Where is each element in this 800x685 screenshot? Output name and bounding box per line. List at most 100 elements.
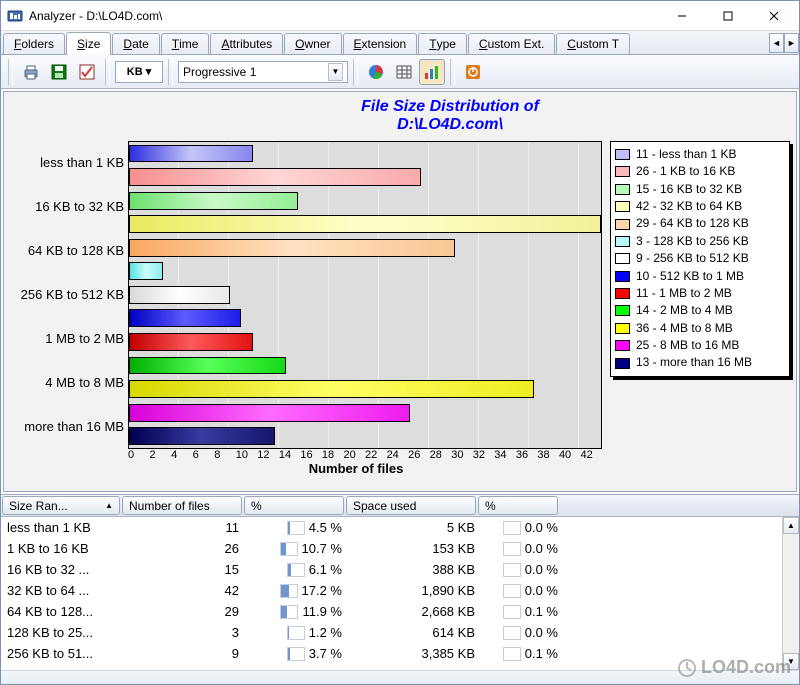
cell: 1,890 KB — [348, 580, 481, 601]
titlebar: Analyzer - D:\LO4D.com\ — [1, 1, 799, 31]
x-tick: 36 — [516, 449, 538, 461]
stop-button[interactable] — [460, 59, 486, 85]
table-row[interactable]: less than 1 KB114.5 %5 KB0.0 % — [1, 517, 799, 538]
cell: 29 — [122, 601, 245, 622]
pie-chart-button[interactable] — [363, 59, 389, 85]
x-tick: 24 — [387, 449, 409, 461]
cell: 0.0 % — [481, 622, 564, 643]
y-tick-label: 4 MB to 8 MB — [45, 375, 124, 390]
legend-swatch — [615, 253, 630, 264]
tab-attributes[interactable]: Attributes — [210, 33, 283, 54]
legend-swatch — [615, 271, 630, 282]
scroll-up-icon[interactable]: ▲ — [783, 517, 799, 534]
table-row[interactable]: 64 KB to 128...2911.9 %2,668 KB0.1 % — [1, 601, 799, 622]
cell: 26 — [122, 538, 245, 559]
tab-date[interactable]: Date — [112, 33, 159, 54]
x-tick: 30 — [451, 449, 473, 461]
tab-extension[interactable]: Extension — [343, 33, 418, 54]
close-button[interactable] — [751, 1, 797, 30]
unit-label: KB — [127, 66, 143, 78]
vertical-scrollbar[interactable]: ▲ ▼ — [782, 517, 799, 670]
minimize-button[interactable] — [659, 1, 705, 30]
cell: 0.0 % — [481, 517, 564, 538]
column-header[interactable]: Space used — [346, 496, 476, 515]
legend-swatch — [615, 184, 630, 195]
scroll-down-icon[interactable]: ▼ — [783, 653, 799, 670]
x-tick: 8 — [214, 449, 236, 461]
tab-custom-t[interactable]: Custom T — [556, 33, 630, 54]
tab-size[interactable]: Size — [66, 32, 111, 55]
legend-item: 29 - 64 KB to 128 KB — [615, 215, 785, 232]
cell: 11.9 % — [245, 601, 348, 622]
cell: 6.1 % — [245, 559, 348, 580]
cell: 0.0 % — [481, 580, 564, 601]
y-tick-label: 1 MB to 2 MB — [45, 331, 124, 346]
app-icon — [7, 8, 23, 24]
x-axis-label: Number of files — [10, 461, 602, 476]
x-tick: 18 — [322, 449, 344, 461]
tab-scroll: ◄ ► — [769, 31, 799, 55]
toolbar: KB ▾ Progressive 1 ▼ — [1, 55, 799, 89]
column-header[interactable]: Size Ran... ▲ — [2, 496, 120, 515]
dropdown-arrow-icon: ▼ — [328, 63, 343, 81]
legend-item: 3 - 128 KB to 256 KB — [615, 233, 785, 250]
legend-swatch — [615, 288, 630, 299]
cell: 153 KB — [348, 538, 481, 559]
column-header[interactable]: Number of files — [122, 496, 242, 515]
table-row[interactable]: 128 KB to 25...31.2 %614 KB0.0 % — [1, 622, 799, 643]
x-tick: 42 — [580, 449, 602, 461]
x-tick: 4 — [171, 449, 193, 461]
cell: 32 KB to 64 ... — [1, 580, 122, 601]
column-header[interactable]: % — [478, 496, 558, 515]
cell: 11 — [122, 517, 245, 538]
cell: 1 KB to 16 KB — [1, 538, 122, 559]
plot-wrap: less than 1 KB16 KB to 32 KB64 KB to 128… — [10, 141, 602, 485]
table-row[interactable]: 256 KB to 51...93.7 %3,385 KB0.1 % — [1, 643, 799, 664]
y-tick-label: 64 KB to 128 KB — [28, 243, 124, 258]
cell: 0.1 % — [481, 601, 564, 622]
legend-swatch — [615, 219, 630, 230]
cell: 3,385 KB — [348, 643, 481, 664]
options-button[interactable] — [74, 59, 100, 85]
tab-type[interactable]: Type — [418, 33, 467, 54]
chart-panel: File Size Distribution of D:\LO4D.com\ l… — [3, 91, 797, 492]
bar-chart-button[interactable] — [419, 59, 445, 85]
bar-2 — [129, 192, 298, 210]
tab-custom-ext-[interactable]: Custom Ext. — [468, 33, 555, 54]
legend-label: 11 - less than 1 KB — [636, 146, 737, 163]
table-row[interactable]: 1 KB to 16 KB2610.7 %153 KB0.0 % — [1, 538, 799, 559]
color-scheme-dropdown[interactable]: Progressive 1 ▼ — [178, 61, 348, 83]
column-header[interactable]: % — [244, 496, 344, 515]
tab-owner[interactable]: Owner — [284, 33, 341, 54]
save-button[interactable] — [46, 59, 72, 85]
table-view-button[interactable] — [391, 59, 417, 85]
cell: 9 — [122, 643, 245, 664]
cell: 3 — [122, 622, 245, 643]
chart-title-line2: D:\LO4D.com\ — [110, 116, 790, 134]
maximize-button[interactable] — [705, 1, 751, 30]
legend-label: 11 - 1 MB to 2 MB — [636, 285, 732, 302]
legend-item: 15 - 16 KB to 32 KB — [615, 181, 785, 198]
legend-label: 36 - 4 MB to 8 MB — [636, 320, 733, 337]
table-icon — [395, 63, 413, 81]
y-tick-label: 16 KB to 32 KB — [35, 199, 124, 214]
tab-folders[interactable]: Folders — [3, 33, 65, 54]
bar-6 — [129, 286, 230, 304]
x-tick: 0 — [128, 449, 150, 461]
tab-time[interactable]: Time — [161, 33, 210, 54]
legend-label: 25 - 8 MB to 16 MB — [636, 337, 739, 354]
table-row[interactable]: 32 KB to 64 ...4217.2 %1,890 KB0.0 % — [1, 580, 799, 601]
pie-icon — [367, 63, 385, 81]
tab-scroll-right[interactable]: ► — [784, 33, 799, 53]
bar-11 — [129, 404, 410, 422]
unit-selector[interactable]: KB ▾ — [115, 61, 163, 83]
cell: 614 KB — [348, 622, 481, 643]
tab-scroll-left[interactable]: ◄ — [769, 33, 784, 53]
bar-8 — [129, 333, 253, 351]
print-button[interactable] — [18, 59, 44, 85]
legend-label: 10 - 512 KB to 1 MB — [636, 268, 744, 285]
bar-1 — [129, 168, 421, 186]
table-row[interactable]: 16 KB to 32 ...156.1 %388 KB0.0 % — [1, 559, 799, 580]
y-tick-label: more than 16 MB — [24, 419, 124, 434]
bar-10 — [129, 380, 534, 398]
